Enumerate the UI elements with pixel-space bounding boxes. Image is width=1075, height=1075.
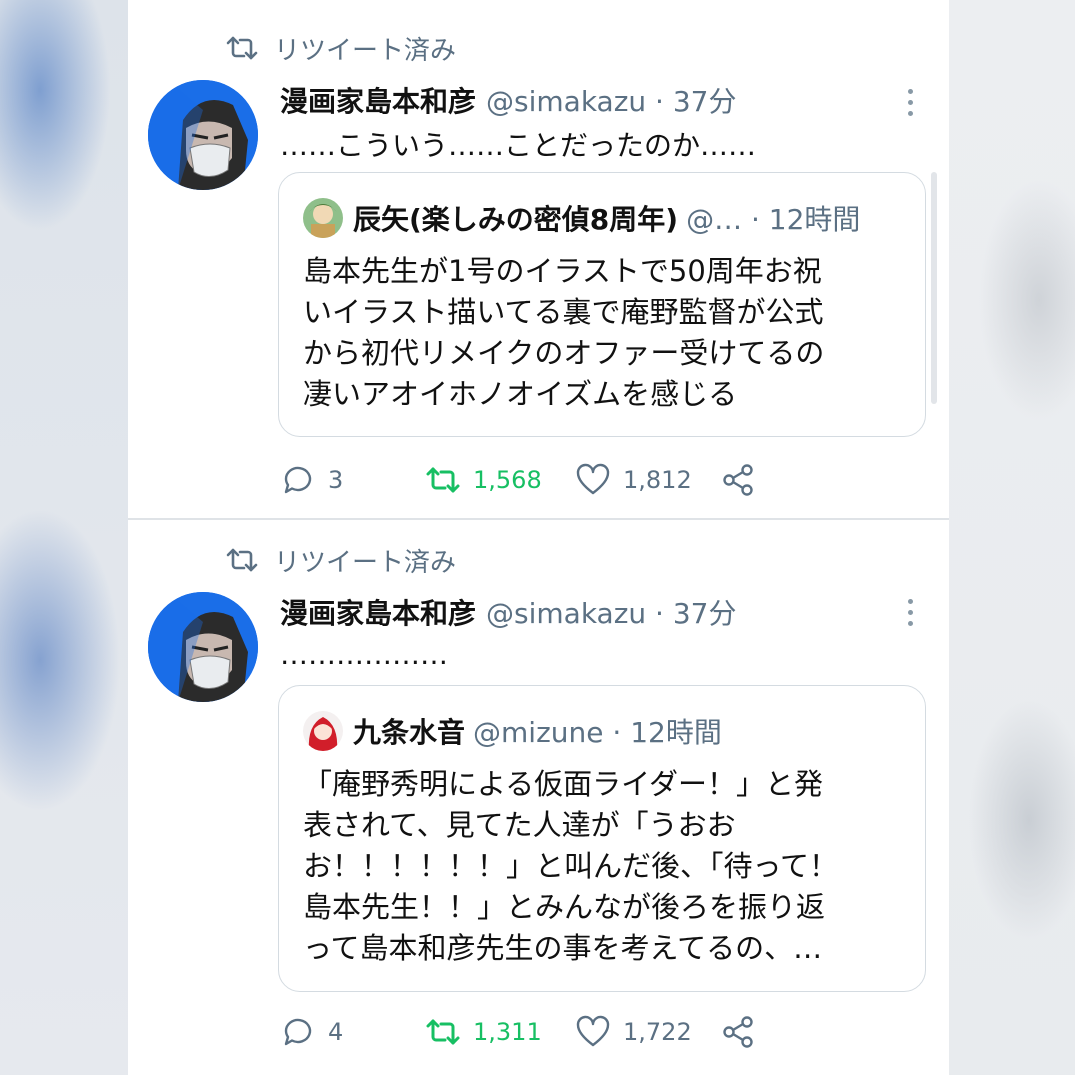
retweet-icon <box>226 36 258 60</box>
retweet-icon <box>426 467 460 493</box>
quoted-avatar <box>303 711 343 751</box>
share-icon <box>723 464 753 496</box>
quoted-tweet[interactable]: 九条水音 @mizune · 12時間 「庵野秀明による仮面ライダー！」と発 表… <box>278 685 926 992</box>
author-handle-time: @simakazu · 37分 <box>486 85 737 118</box>
reply-icon <box>284 466 312 494</box>
tweet[interactable]: リツイート済み 漫画家島本和彦 @simakazu · 37分 ……こういう……… <box>128 0 949 519</box>
quoted-avatar <box>303 198 343 238</box>
background-blur-left <box>0 0 128 1075</box>
author-name[interactable]: 漫画家島本和彦 <box>280 592 476 632</box>
avatar[interactable] <box>148 592 258 702</box>
retweet-button[interactable]: 1,311 <box>425 1008 542 1056</box>
tweet-header: 漫画家島本和彦 @simakazu · 37分 <box>280 592 736 632</box>
retweet-icon <box>226 548 258 572</box>
more-icon[interactable] <box>898 592 922 632</box>
retweet-label: リツイート済み <box>274 35 457 66</box>
tweet[interactable]: リツイート済み 漫画家島本和彦 @simakazu · 37分 ……………… 九… <box>128 520 949 1075</box>
reply-button[interactable]: 3 <box>280 456 343 504</box>
tweet-header: 漫画家島本和彦 @simakazu · 37分 <box>280 80 736 120</box>
quoted-tweet[interactable]: 辰矢(楽しみの密偵8周年) @… · 12時間 島本先生が1号のイラストで50周… <box>278 172 926 437</box>
retweet-icon <box>426 1019 460 1045</box>
share-button[interactable] <box>720 1008 756 1056</box>
timeline: リツイート済み 漫画家島本和彦 @simakazu · 37分 ……こういう……… <box>128 0 949 1075</box>
quoted-author-handle-time: @… · 12時間 <box>686 203 861 236</box>
retweeted-indicator: リツイート済み <box>224 542 456 578</box>
retweet-label: リツイート済み <box>274 547 457 578</box>
like-icon <box>576 463 610 495</box>
background-blur-right <box>949 0 1075 1075</box>
reply-icon <box>284 1018 312 1046</box>
tweet-text: ……こういう……ことだったのか…… <box>280 129 757 162</box>
avatar[interactable] <box>148 80 258 190</box>
quoted-author-name: 九条水音 <box>353 716 466 749</box>
like-count: 1,722 <box>623 1018 692 1046</box>
tweet-actions: 4 1,311 1,722 <box>280 1008 900 1056</box>
quoted-author-name: 辰矢(楽しみの密偵8周年) <box>353 203 679 236</box>
like-count: 1,812 <box>623 466 692 494</box>
quoted-tweet-text: 「庵野秀明による仮面ライダー！」と発 表されて、見てた人達が「うおお お！！！！… <box>303 767 839 965</box>
scrollbar[interactable] <box>931 172 937 404</box>
author-handle-time: @simakazu · 37分 <box>486 597 737 630</box>
reply-count: 4 <box>328 1018 344 1046</box>
quoted-tweet-header: 九条水音 @mizune · 12時間 <box>303 710 722 752</box>
reply-button[interactable]: 4 <box>280 1008 343 1056</box>
reply-count: 3 <box>328 466 344 494</box>
like-button[interactable]: 1,812 <box>575 456 692 504</box>
like-icon <box>576 1015 610 1047</box>
more-icon[interactable] <box>898 82 922 122</box>
author-name[interactable]: 漫画家島本和彦 <box>280 80 476 120</box>
quoted-author-handle-time: @mizune · 12時間 <box>473 716 722 749</box>
retweet-button[interactable]: 1,568 <box>425 456 542 504</box>
share-button[interactable] <box>720 456 756 504</box>
like-button[interactable]: 1,722 <box>575 1008 692 1056</box>
retweet-count: 1,311 <box>473 1018 542 1046</box>
retweeted-indicator: リツイート済み <box>224 30 456 66</box>
share-icon <box>723 1016 753 1048</box>
retweet-count: 1,568 <box>473 466 542 494</box>
quoted-tweet-header: 辰矢(楽しみの密偵8周年) @… · 12時間 <box>303 197 860 239</box>
tweet-text: ……………… <box>280 638 448 671</box>
tweet-actions: 3 1,568 1,812 <box>280 456 900 504</box>
quoted-tweet-text: 島本先生が1号のイラストで50周年お祝 いイラスト描いてる裏で庵野監督が公式 か… <box>303 254 825 411</box>
